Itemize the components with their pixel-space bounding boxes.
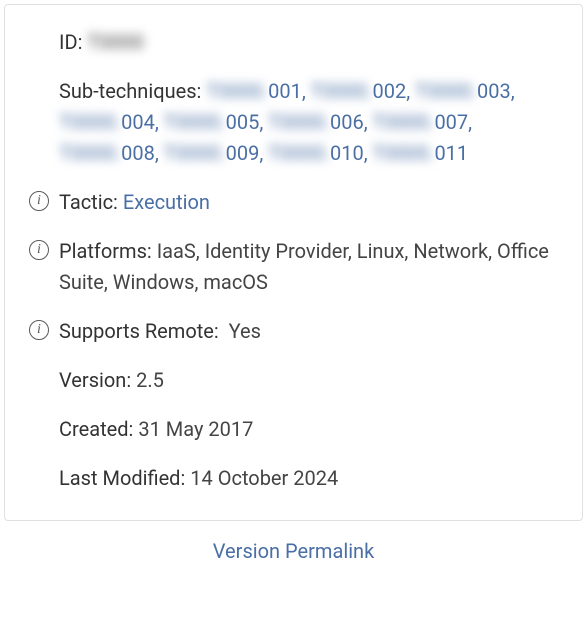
subtechnique-link[interactable]: T0000.009 — [163, 141, 259, 165]
id-value: T0000 — [87, 30, 144, 54]
subtechnique-prefix: T0000. — [372, 110, 434, 134]
subtechnique-link[interactable]: T0000.001 — [206, 79, 302, 103]
tactic-row: i Tactic: Execution — [29, 187, 558, 218]
subtechnique-prefix: T0000. — [163, 141, 225, 165]
subtechnique-link[interactable]: T0000.008 — [59, 141, 155, 165]
subtechnique-number: 010 — [330, 141, 364, 165]
remote-label: Supports Remote: — [59, 319, 219, 343]
subtechnique-prefix: T0000. — [59, 141, 121, 165]
subtechnique-number: 009 — [226, 141, 260, 165]
info-icon[interactable]: i — [29, 240, 49, 260]
id-label: ID: — [59, 30, 82, 54]
modified-value: 14 October 2024 — [190, 466, 338, 490]
subtechnique-number: 003 — [477, 79, 511, 103]
subtechnique-number: 008 — [121, 141, 155, 165]
id-row: ID: T0000 — [29, 27, 558, 58]
subtechnique-link[interactable]: T0000.011 — [372, 141, 468, 165]
subtechnique-number: 007 — [434, 110, 468, 134]
subtechnique-prefix: T0000. — [163, 110, 225, 134]
modified-label: Last Modified: — [59, 466, 185, 490]
subtechnique-number: 006 — [330, 110, 364, 134]
subtechnique-number: 001 — [268, 79, 302, 103]
version-row: Version: 2.5 — [29, 365, 558, 396]
subtechnique-link[interactable]: T0000.002 — [310, 79, 406, 103]
remote-row: i Supports Remote: Yes — [29, 316, 558, 347]
subtechniques-label: Sub-techniques: — [59, 79, 201, 103]
info-icon[interactable]: i — [29, 320, 49, 340]
created-value: 31 May 2017 — [138, 417, 253, 441]
subtechnique-prefix: T0000. — [206, 79, 268, 103]
version-permalink-link[interactable]: Version Permalink — [213, 539, 374, 563]
subtechnique-link[interactable]: T0000.003 — [415, 79, 511, 103]
technique-card: ID: T0000 Sub-techniques: T0000.001, T00… — [4, 4, 583, 521]
subtechnique-link[interactable]: T0000.006 — [268, 110, 364, 134]
version-label: Version: — [59, 368, 131, 392]
subtechnique-number: 005 — [226, 110, 260, 134]
platforms-row: i Platforms: IaaS, Identity Provider, Li… — [29, 236, 558, 298]
subtechnique-number: 011 — [434, 141, 468, 165]
subtechnique-prefix: T0000. — [59, 110, 121, 134]
info-icon[interactable]: i — [29, 191, 49, 211]
subtechnique-link[interactable]: T0000.010 — [268, 141, 364, 165]
subtechnique-link[interactable]: T0000.005 — [163, 110, 259, 134]
remote-value: Yes — [229, 319, 261, 343]
created-row: Created: 31 May 2017 — [29, 414, 558, 445]
subtechnique-prefix: T0000. — [372, 141, 434, 165]
created-label: Created: — [59, 417, 133, 441]
modified-row: Last Modified: 14 October 2024 — [29, 463, 558, 494]
subtechnique-link[interactable]: T0000.004 — [59, 110, 155, 134]
subtechnique-prefix: T0000. — [415, 79, 477, 103]
tactic-label: Tactic: — [59, 190, 118, 214]
subtechnique-prefix: T0000. — [268, 141, 330, 165]
subtechnique-number: 004 — [121, 110, 155, 134]
tactic-link[interactable]: Execution — [123, 190, 210, 214]
subtechnique-number: 002 — [373, 79, 407, 103]
permalink-row: Version Permalink — [4, 539, 583, 563]
subtechnique-prefix: T0000. — [310, 79, 372, 103]
platforms-label: Platforms: — [59, 239, 152, 263]
version-value: 2.5 — [136, 368, 164, 392]
subtechniques-row: Sub-techniques: T0000.001, T0000.002, T0… — [29, 76, 558, 169]
subtechnique-prefix: T0000. — [268, 110, 330, 134]
subtechnique-link[interactable]: T0000.007 — [372, 110, 468, 134]
